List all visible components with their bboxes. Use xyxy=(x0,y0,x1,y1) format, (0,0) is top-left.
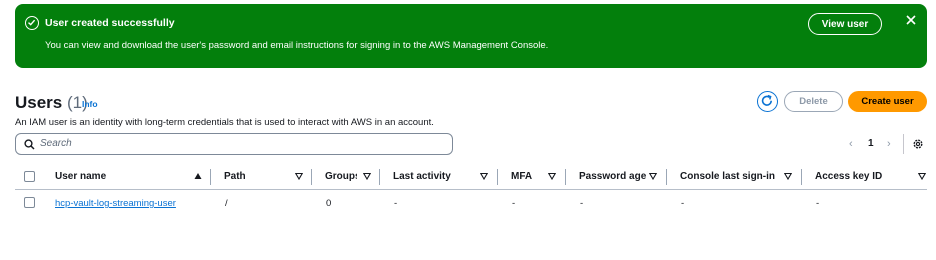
success-flash-banner: User created successfully You can view a… xyxy=(15,4,927,68)
cell-mfa: - xyxy=(512,198,516,209)
view-user-button[interactable]: View user xyxy=(808,13,882,35)
cell-access-key-id: - xyxy=(816,198,820,209)
row-checkbox[interactable] xyxy=(24,197,35,208)
cell-last-activity: - xyxy=(394,198,398,209)
pagination-page-1[interactable]: 1 xyxy=(868,138,874,149)
success-check-icon xyxy=(25,16,39,30)
column-divider xyxy=(210,169,211,185)
sort-ascending-icon[interactable] xyxy=(194,172,202,180)
column-header-mfa[interactable]: MFA xyxy=(511,171,532,183)
sort-descending-icon[interactable] xyxy=(480,172,488,180)
refresh-icon xyxy=(761,94,772,106)
close-icon[interactable] xyxy=(904,13,918,27)
page-description: An IAM user is an identity with long-ter… xyxy=(15,117,434,128)
column-header-user-name[interactable]: User name xyxy=(55,171,106,183)
sort-descending-icon[interactable] xyxy=(918,172,926,180)
sort-descending-icon[interactable] xyxy=(295,172,303,180)
search-placeholder: Search xyxy=(40,138,72,149)
gear-icon[interactable] xyxy=(912,138,924,150)
column-header-console-last-sign-in[interactable]: Console last sign-in xyxy=(680,171,775,183)
cell-path: / xyxy=(225,198,228,209)
cell-groups: 0 xyxy=(326,198,332,209)
select-all-checkbox[interactable] xyxy=(24,171,35,182)
column-divider xyxy=(565,169,566,185)
sort-descending-icon[interactable] xyxy=(649,172,657,180)
table-header-divider xyxy=(15,189,927,190)
column-header-last-activity[interactable]: Last activity xyxy=(393,171,451,183)
search-icon xyxy=(24,139,35,150)
search-input[interactable]: Search xyxy=(15,133,453,155)
flash-message: You can view and download the user's pas… xyxy=(45,40,549,51)
refresh-button[interactable] xyxy=(757,91,778,112)
column-divider xyxy=(666,169,667,185)
column-header-groups[interactable]: Groups xyxy=(325,171,357,183)
page-title-text: Users xyxy=(15,93,63,112)
column-divider xyxy=(497,169,498,185)
sort-descending-icon[interactable] xyxy=(548,172,556,180)
column-header-path[interactable]: Path xyxy=(224,171,246,183)
sort-descending-icon[interactable] xyxy=(784,172,792,180)
pagination-prev-button[interactable]: ‹ xyxy=(849,138,853,150)
pagination-next-button[interactable]: › xyxy=(887,138,891,150)
user-name-link[interactable]: hcp-vault-log-streaming-user xyxy=(55,198,176,210)
column-divider xyxy=(379,169,380,185)
info-link[interactable]: Info xyxy=(82,99,98,109)
column-header-access-key-id[interactable]: Access key ID xyxy=(815,171,882,183)
cell-password-age: - xyxy=(580,198,584,209)
delete-button[interactable]: Delete xyxy=(784,91,843,112)
column-header-password-age[interactable]: Password age xyxy=(579,171,646,183)
page-title: Users (1) xyxy=(15,93,88,113)
column-divider xyxy=(801,169,802,185)
column-divider xyxy=(311,169,312,185)
create-user-button[interactable]: Create user xyxy=(848,91,927,112)
sort-descending-icon[interactable] xyxy=(363,172,371,180)
pagination-divider xyxy=(903,134,904,154)
cell-console-last-sign-in: - xyxy=(681,198,685,209)
flash-title: User created successfully xyxy=(45,17,175,29)
